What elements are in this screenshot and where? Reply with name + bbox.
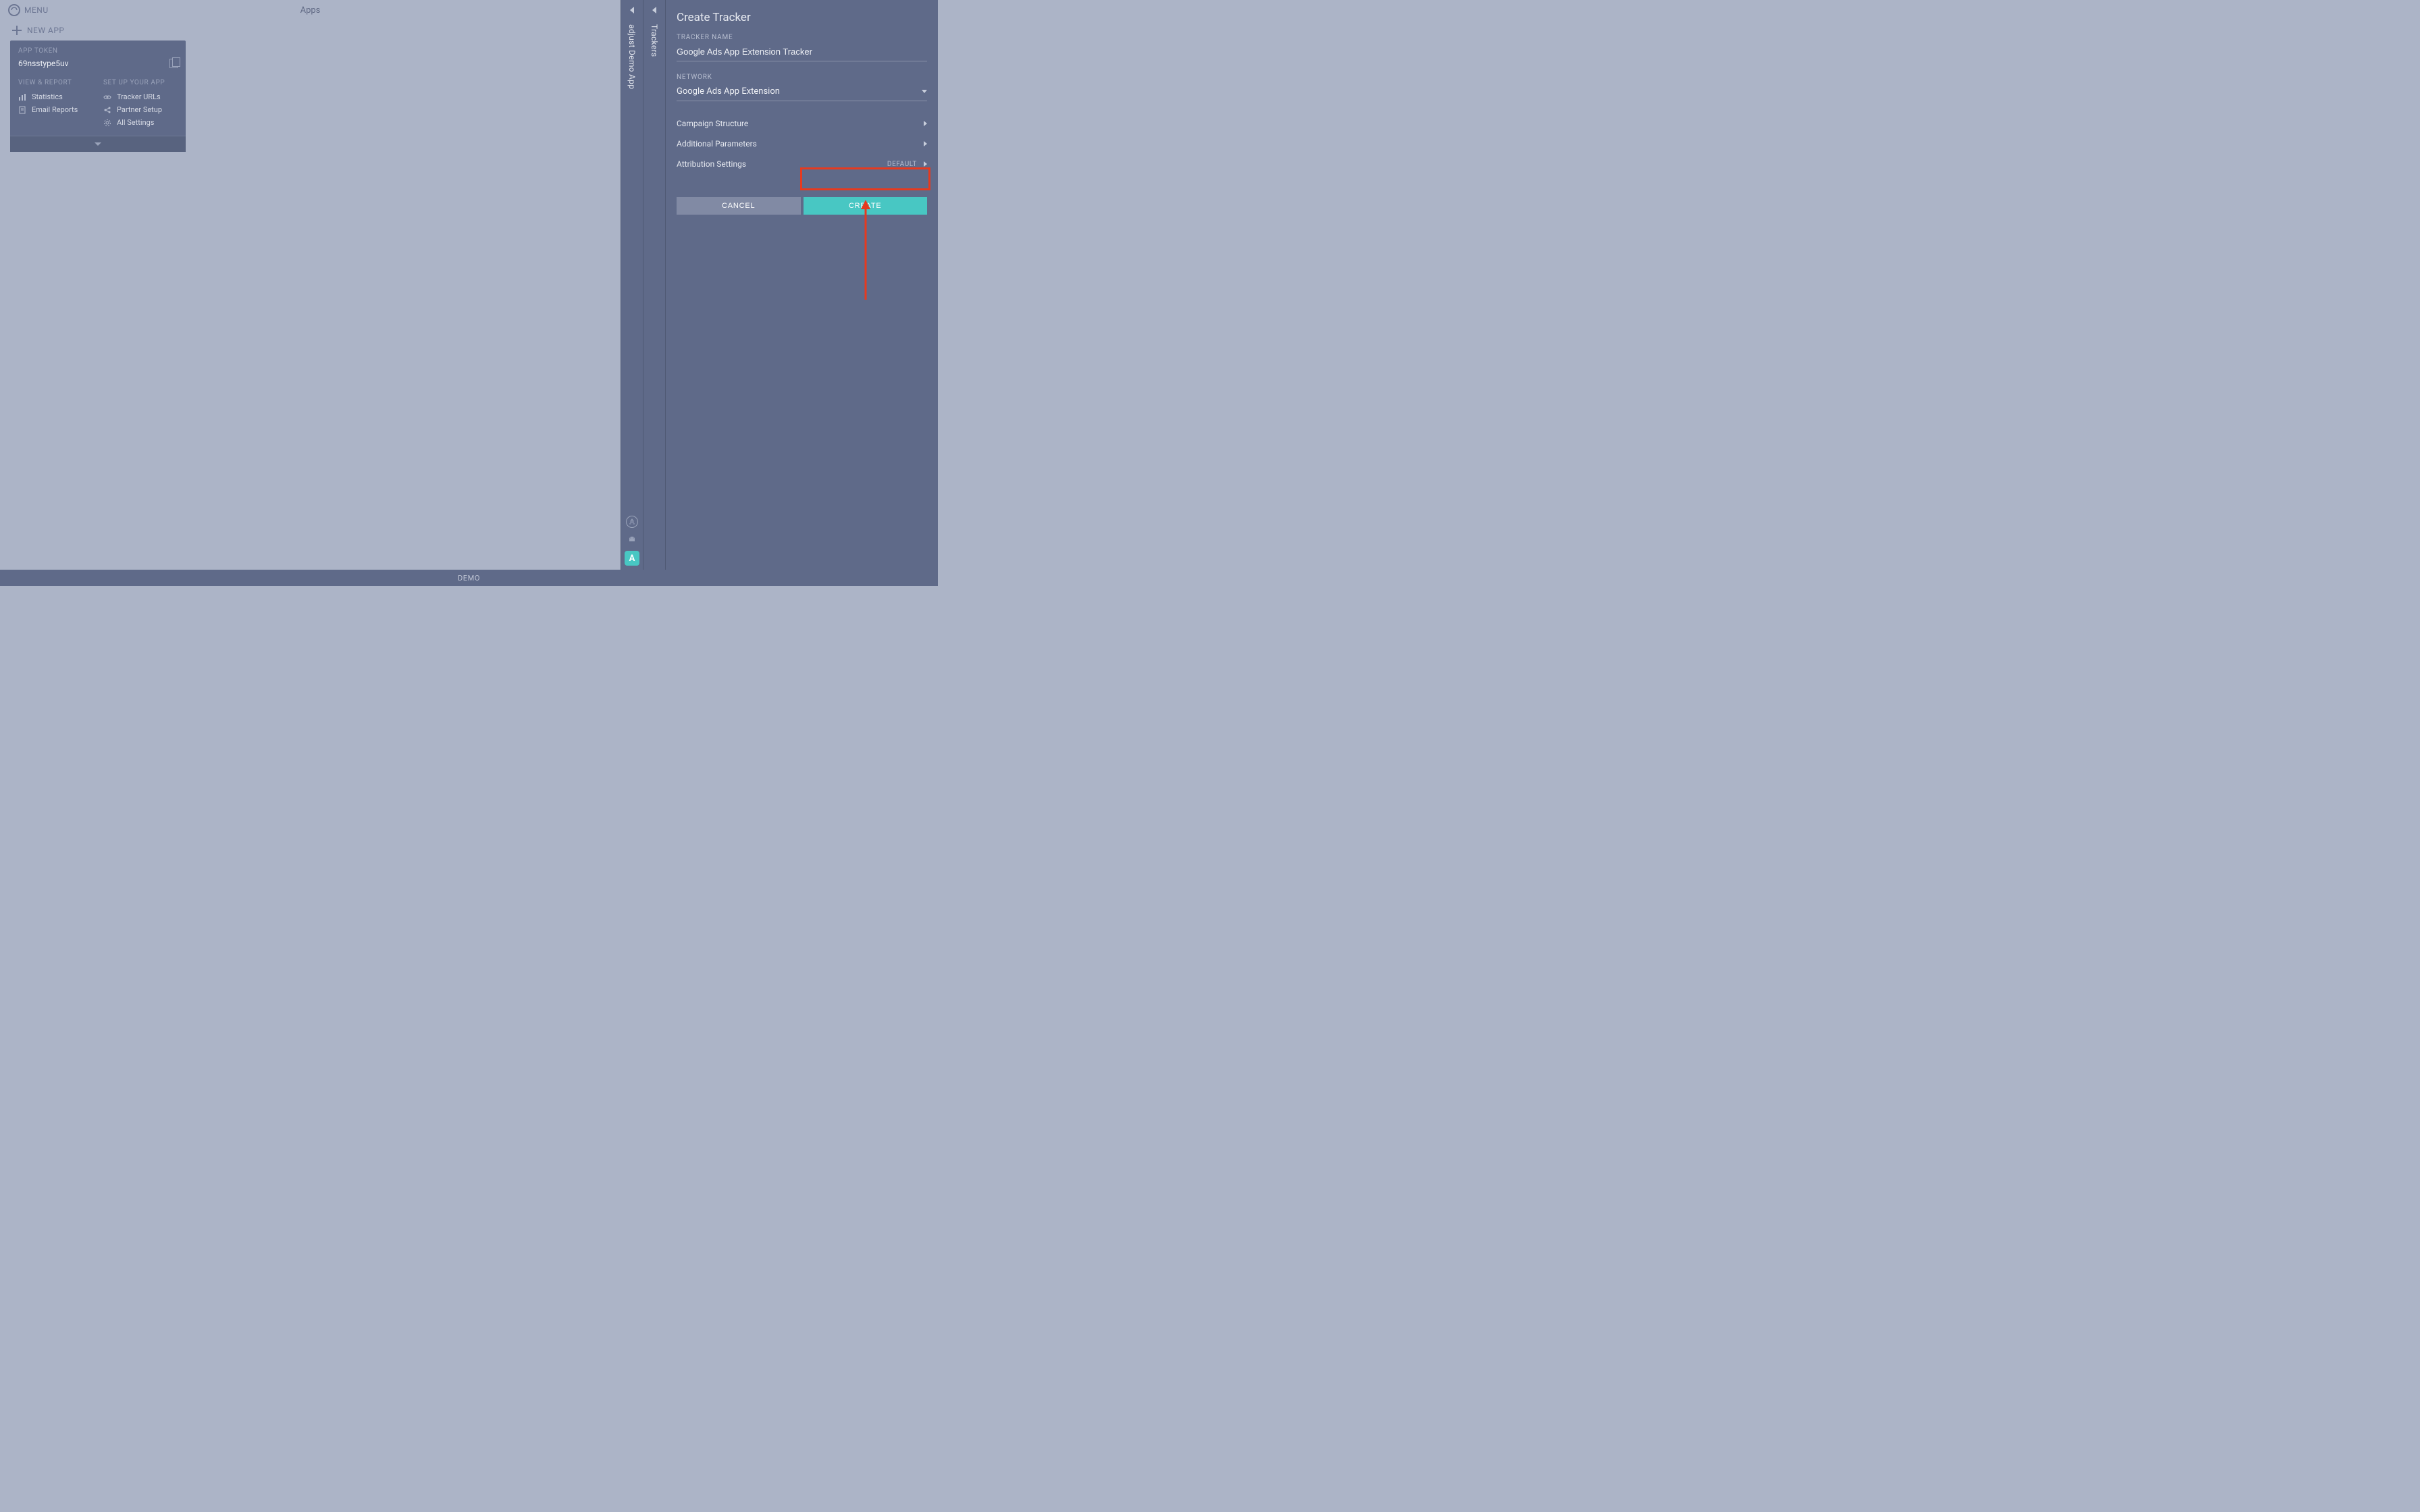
apps-main-area: MENU Apps NEW APP APP TOKEN 69nsstype5uv… [0,0,621,570]
network-select[interactable]: Google Ads App Extension [677,84,927,101]
additional-parameters-row[interactable]: Additional Parameters [677,134,927,154]
all-settings-link[interactable]: All Settings [103,116,178,129]
campaign-structure-row[interactable]: Campaign Structure [677,113,927,134]
email-reports-link[interactable]: Email Reports [18,103,93,116]
network-label: NETWORK [677,74,927,81]
link-icon [103,93,111,101]
chevron-right-icon [924,161,927,167]
document-icon [18,106,26,114]
app-card: APP TOKEN 69nsstype5uv VIEW & REPORT Sta… [10,40,186,152]
new-app-label: NEW APP [27,26,64,35]
app-rail: adjust Demo App A [621,0,643,570]
share-icon [103,106,111,114]
app-store-icon[interactable] [626,516,638,528]
menu-button[interactable]: MENU [8,4,49,16]
gear-icon [103,119,111,127]
top-bar: MENU Apps [0,0,621,20]
page-title: Apps [300,5,321,16]
app-token-label: APP TOKEN [18,47,178,55]
tracker-name-label: TRACKER NAME [677,34,927,41]
menu-label: MENU [24,5,49,15]
tracker-urls-link[interactable]: Tracker URLs [103,90,178,103]
trackers-rail: Trackers [643,0,665,570]
view-report-heading: VIEW & REPORT [18,79,93,86]
card-expand-toggle[interactable] [10,136,186,152]
new-app-button[interactable]: NEW APP [0,20,621,40]
app-rail-label[interactable]: adjust Demo App [627,24,637,89]
cancel-button[interactable]: CANCEL [677,197,801,215]
chevron-right-icon [924,121,927,126]
collapse-left-icon[interactable] [630,7,634,14]
tracker-name-input[interactable] [677,44,927,61]
attribution-default-tag: DEFAULT [887,161,917,168]
demo-footer: DEMO [0,570,938,586]
android-icon[interactable] [626,533,638,545]
app-token-value: 69nsstype5uv [18,59,68,68]
annotation-arrow-icon [859,200,872,301]
chevron-right-icon [924,141,927,146]
attribution-settings-row[interactable]: Attribution Settings DEFAULT [677,154,927,174]
chevron-down-icon [95,142,101,146]
dropdown-icon [922,90,927,93]
demo-label: DEMO [458,574,480,583]
plus-icon [12,26,22,35]
panel-title: Create Tracker [677,11,927,24]
app-badge[interactable]: A [625,551,639,566]
copy-icon[interactable] [169,59,178,68]
collapse-left-icon[interactable] [652,7,656,14]
bar-chart-icon [18,93,26,101]
setup-heading: SET UP YOUR APP [103,79,178,86]
network-value: Google Ads App Extension [677,86,780,97]
adjust-logo-icon [8,4,20,16]
create-tracker-panel: Create Tracker TRACKER NAME NETWORK Goog… [665,0,938,570]
statistics-link[interactable]: Statistics [18,90,93,103]
partner-setup-link[interactable]: Partner Setup [103,103,178,116]
trackers-rail-label[interactable]: Trackers [650,24,659,57]
